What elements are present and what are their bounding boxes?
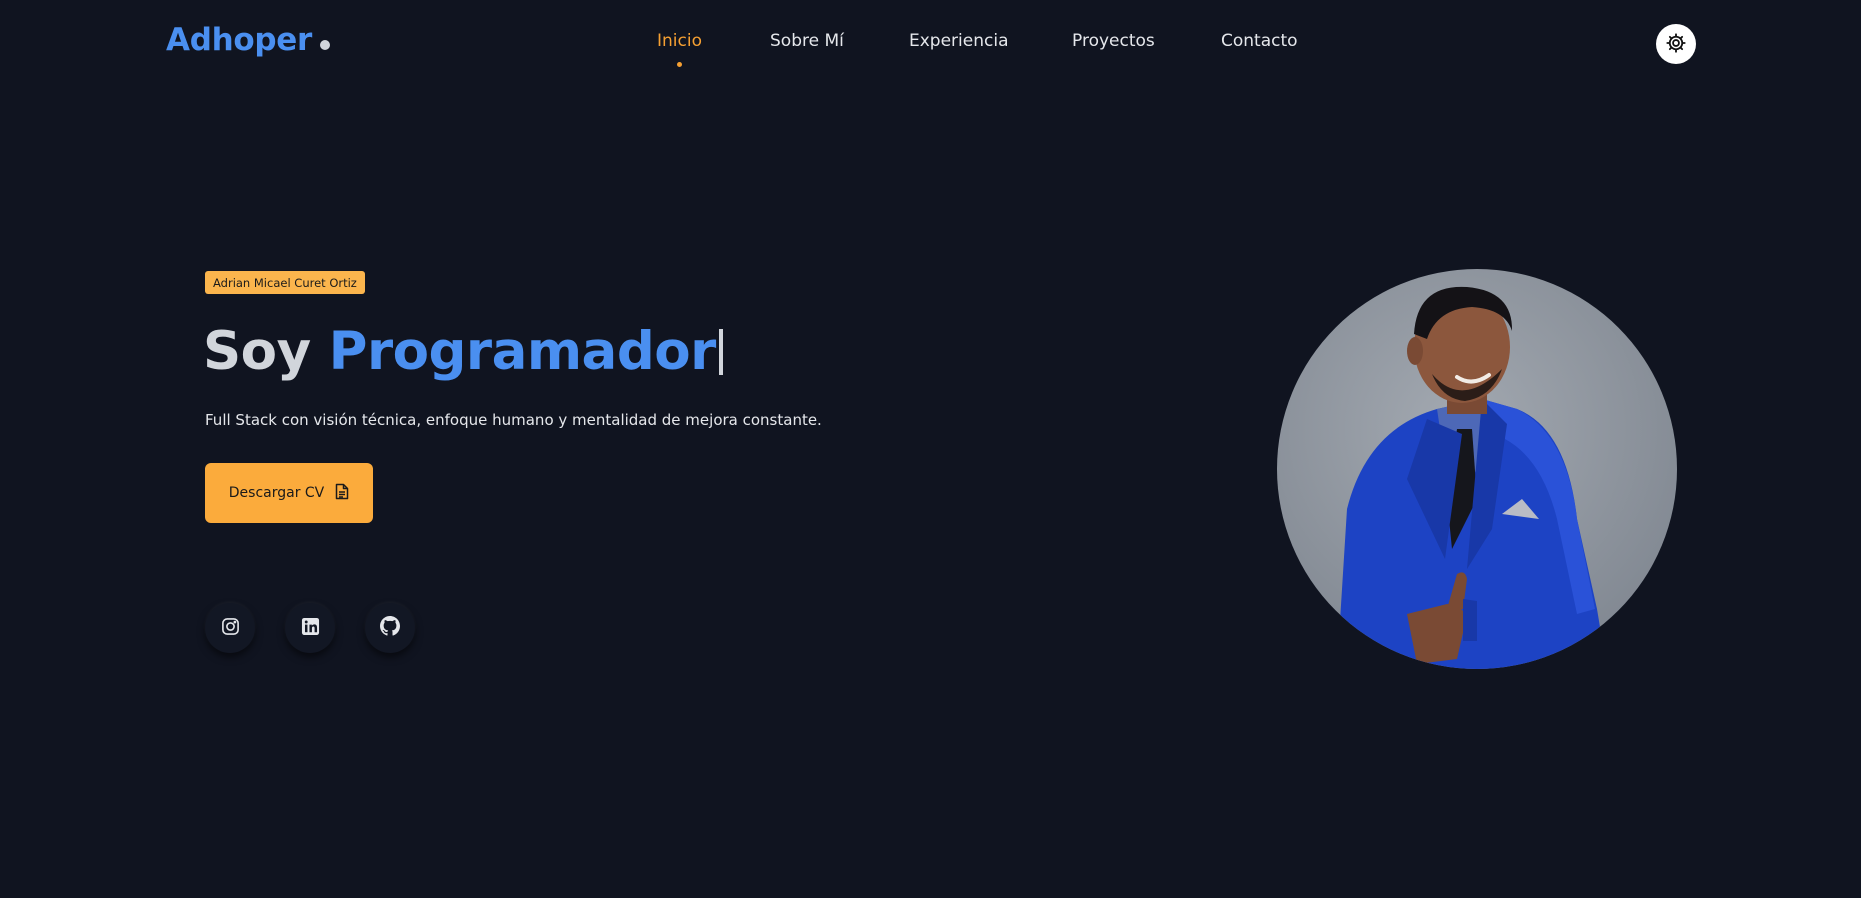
linkedin-icon — [301, 617, 320, 640]
typing-cursor — [718, 329, 723, 375]
download-cv-button[interactable]: Descargar CV — [205, 463, 373, 523]
name-badge: Adrian Micael Curet Ortiz — [205, 271, 365, 294]
nav-item-label: Sobre Mí — [770, 31, 844, 51]
nav-item-label: Experiencia — [909, 31, 1009, 51]
nav-item-experiencia[interactable]: Experiencia — [909, 31, 1009, 51]
nav-item-label: Inicio — [657, 31, 702, 51]
instagram-link[interactable] — [205, 603, 255, 653]
hero-subtitle: Full Stack con visión técnica, enfoque h… — [205, 411, 822, 429]
nav-item-contacto[interactable]: Contacto — [1221, 31, 1298, 51]
nav-item-label: Contacto — [1221, 31, 1298, 51]
linkedin-link[interactable] — [285, 603, 335, 653]
document-icon — [335, 483, 349, 504]
main-nav: Inicio Sobre Mí Experiencia Proyectos Co… — [0, 31, 1861, 67]
hero-headline: Soy Programador — [203, 318, 723, 386]
instagram-icon — [221, 617, 240, 640]
gear-icon — [1665, 32, 1687, 57]
github-link[interactable] — [365, 603, 415, 653]
nav-item-label: Proyectos — [1072, 31, 1155, 51]
nav-item-sobre-mi[interactable]: Sobre Mí — [770, 31, 844, 51]
headline-prefix: Soy — [203, 321, 311, 382]
headline-role: Programador — [328, 321, 717, 382]
nav-item-inicio[interactable]: Inicio — [657, 31, 702, 67]
github-icon — [380, 616, 400, 640]
theme-toggle-button[interactable] — [1656, 24, 1696, 64]
download-cv-label: Descargar CV — [228, 485, 325, 501]
site-header: Adhoper Inicio Sobre Mí Experiencia Proy… — [0, 0, 1861, 88]
nav-item-proyectos[interactable]: Proyectos — [1072, 31, 1155, 51]
active-indicator — [676, 62, 682, 67]
page: Adhoper Inicio Sobre Mí Experiencia Proy… — [0, 0, 1861, 898]
profile-photo — [1277, 269, 1677, 669]
